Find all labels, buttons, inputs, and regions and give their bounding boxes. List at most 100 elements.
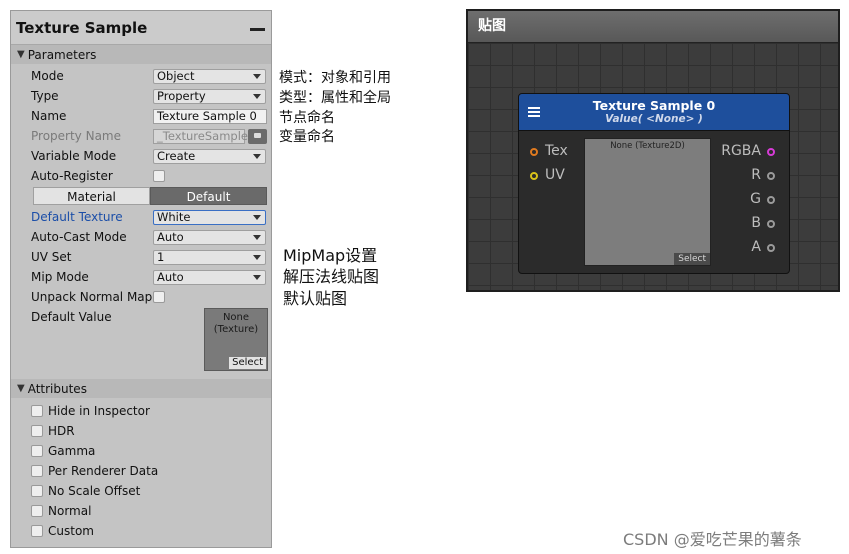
name-field[interactable]: Texture Sample 0 [153,108,267,124]
default-texture-dropdown[interactable]: White [153,209,266,225]
parameters-header-label: Parameters [27,47,97,62]
preview-select-button[interactable]: Select [674,253,710,265]
annotation-mipmap: MipMap设置 [283,246,378,265]
attribute-checkbox[interactable] [31,485,43,497]
chevron-down-icon [253,254,261,260]
mip-mode-row: Mip Mode Auto [11,267,271,287]
attribute-item[interactable]: Per Renderer Data [11,461,271,481]
attribute-label: No Scale Offset [48,484,141,498]
auto-register-label: Auto-Register [31,169,113,183]
watermark: CSDN @爱吃芒果的薯条 [623,530,802,549]
auto-cast-row: Auto-Cast Mode Auto [11,227,271,247]
attribute-checkbox[interactable] [31,465,43,477]
node-graph-window: 贴图 Texture Sample 0 Value( <None> ) Tex U… [466,9,840,292]
uv-set-row: UV Set 1 [11,247,271,267]
inspector-title-bar: Texture Sample [11,11,271,45]
uv-set-label: UV Set [31,250,72,264]
output-port-icon[interactable] [767,220,775,228]
attribute-item[interactable]: Hide in Inspector [11,401,271,421]
attribute-checkbox[interactable] [31,445,43,457]
attribute-label: Per Renderer Data [48,464,159,478]
graph-canvas[interactable]: Texture Sample 0 Value( <None> ) Tex UV RG… [468,43,838,290]
property-name-row: Property Name _TextureSample [11,126,271,146]
tab-material[interactable]: Material [33,187,150,205]
texture-slot-text: None (Texture) [213,312,259,335]
texture-select-button[interactable]: Select [229,357,266,369]
texture-sample-node[interactable]: Texture Sample 0 Value( <None> ) Tex UV RG… [518,93,790,274]
attribute-label: Gamma [48,444,96,458]
mip-mode-dropdown[interactable]: Auto [153,269,266,285]
collapse-arrow-icon[interactable]: ▼ [17,49,25,60]
attribute-checkbox[interactable] [31,425,43,437]
input-port-icon[interactable] [530,148,538,156]
unpack-normal-row: Unpack Normal Map [11,287,271,307]
output-port-icon[interactable] [767,148,775,156]
output-port-label: A [751,239,761,255]
attribute-checkbox[interactable] [31,525,43,537]
parameters-section-header[interactable]: ▼ Parameters [11,45,271,64]
annotation-unpack: 解压法线贴图 [283,267,380,286]
annotation-type: 类型：属性和全局 [279,90,391,106]
tab-default[interactable]: Default [150,187,267,205]
variable-mode-row: Variable Mode Create [11,146,271,166]
annotation-mode: 模式：对象和引用 [279,70,391,86]
attributes-section-header[interactable]: ▼ Attributes [11,379,271,398]
chevron-down-icon [253,234,261,240]
collapse-arrow-icon[interactable]: ▼ [17,383,25,394]
output-port-label: RGBA [721,143,761,159]
default-value-texture-slot[interactable]: None (Texture) Select [204,308,268,371]
output-port-label: R [751,167,761,183]
lock-icon[interactable] [248,128,267,144]
property-name-field[interactable]: _TextureSample [153,128,248,144]
unpack-normal-label: Unpack Normal Map [31,290,153,304]
node-title: Texture Sample 0 [592,98,716,113]
attribute-item[interactable]: Custom [11,521,271,541]
mode-label: Mode [31,69,64,83]
uv-set-dropdown[interactable]: 1 [153,249,266,265]
input-port-label: UV [545,167,565,183]
attribute-label: HDR [48,424,75,438]
attribute-label: Hide in Inspector [48,404,150,418]
output-port-icon[interactable] [767,244,775,252]
minimize-icon[interactable] [250,28,265,31]
name-row: Name Texture Sample 0 [11,106,271,126]
attribute-checkbox[interactable] [31,505,43,517]
texture-preview[interactable]: None (Texture2D) Select [584,138,711,266]
auto-cast-dropdown[interactable]: Auto [153,229,266,245]
attribute-item[interactable]: Normal [11,501,271,521]
annotation-default-texture: 默认贴图 [283,289,348,308]
type-label: Type [31,89,59,103]
auto-register-checkbox[interactable] [153,170,165,182]
output-port-label: B [751,215,761,231]
attribute-label: Custom [48,524,94,538]
unpack-normal-checkbox[interactable] [153,291,165,303]
material-default-tabs: Material Default [33,187,267,205]
chevron-down-icon [253,214,261,220]
preview-label: None (Texture2D) [610,141,685,151]
graph-title: 贴图 [468,11,838,43]
mode-dropdown[interactable]: Object [153,68,266,84]
default-texture-label: Default Texture [31,210,123,224]
annotation-variable-name: 变量命名 [279,129,335,145]
node-header[interactable]: Texture Sample 0 Value( <None> ) [519,94,789,131]
property-name-label: Property Name [31,129,121,143]
output-port-icon[interactable] [767,172,775,180]
attribute-item[interactable]: No Scale Offset [11,481,271,501]
chevron-down-icon [253,274,261,280]
output-port-icon[interactable] [767,196,775,204]
mip-mode-label: Mip Mode [31,270,89,284]
inspector-title: Texture Sample [16,18,148,37]
attributes-header-label: Attributes [27,381,87,396]
input-port-icon[interactable] [530,172,538,180]
attribute-label: Normal [48,504,92,518]
attribute-item[interactable]: Gamma [11,441,271,461]
input-port-label: Tex [545,143,568,159]
node-subtitle: Value( <None> ) [605,113,703,125]
type-dropdown[interactable]: Property [153,88,266,104]
variable-mode-dropdown[interactable]: Create [153,148,266,164]
variable-mode-label: Variable Mode [31,149,117,163]
chevron-down-icon [253,153,261,159]
attribute-item[interactable]: HDR [11,421,271,441]
name-label: Name [31,109,67,123]
attribute-checkbox[interactable] [31,405,43,417]
